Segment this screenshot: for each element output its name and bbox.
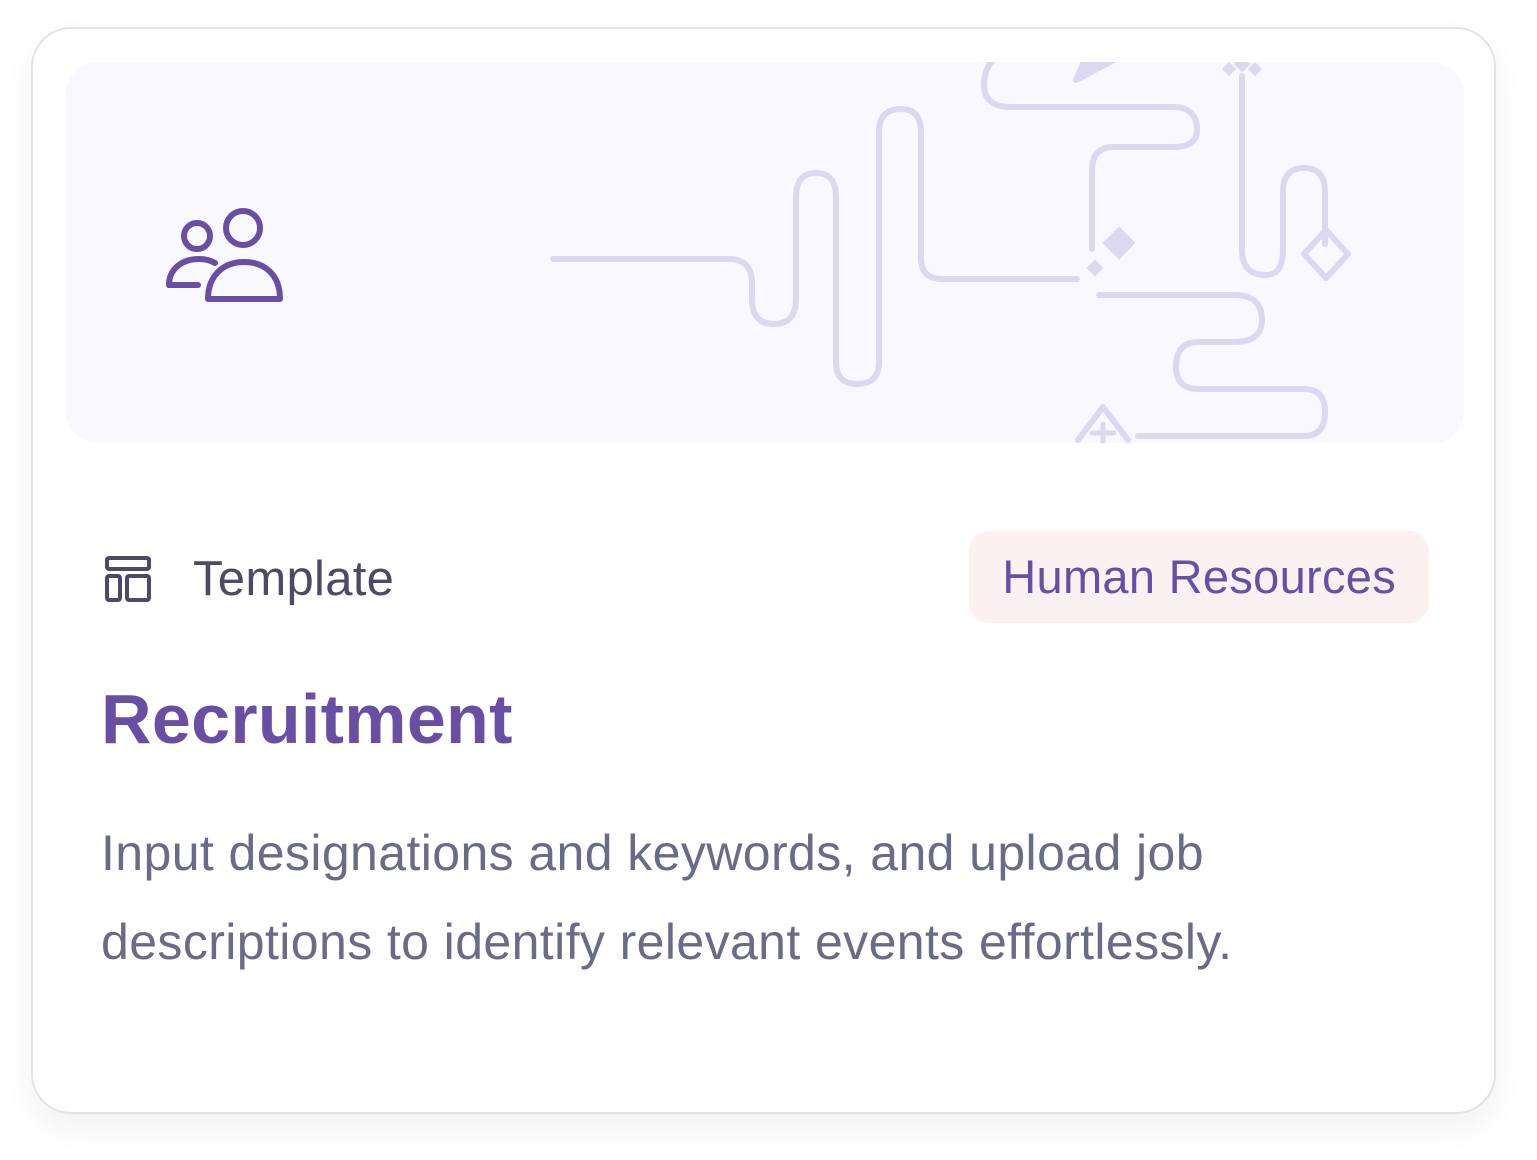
- card-description: Input designations and keywords, and upl…: [101, 825, 1233, 970]
- card-banner: [66, 62, 1464, 443]
- layout-template-icon: [105, 556, 151, 602]
- card-type-label: Template: [193, 552, 395, 606]
- template-card[interactable]: Template Human Resources Recruitment Inp…: [31, 27, 1496, 1114]
- card-title[interactable]: Recruitment: [101, 679, 513, 759]
- category-tag: Human Resources: [969, 531, 1429, 623]
- card-meta-row: Template Human Resources: [103, 531, 1429, 623]
- users-icon: [166, 208, 283, 302]
